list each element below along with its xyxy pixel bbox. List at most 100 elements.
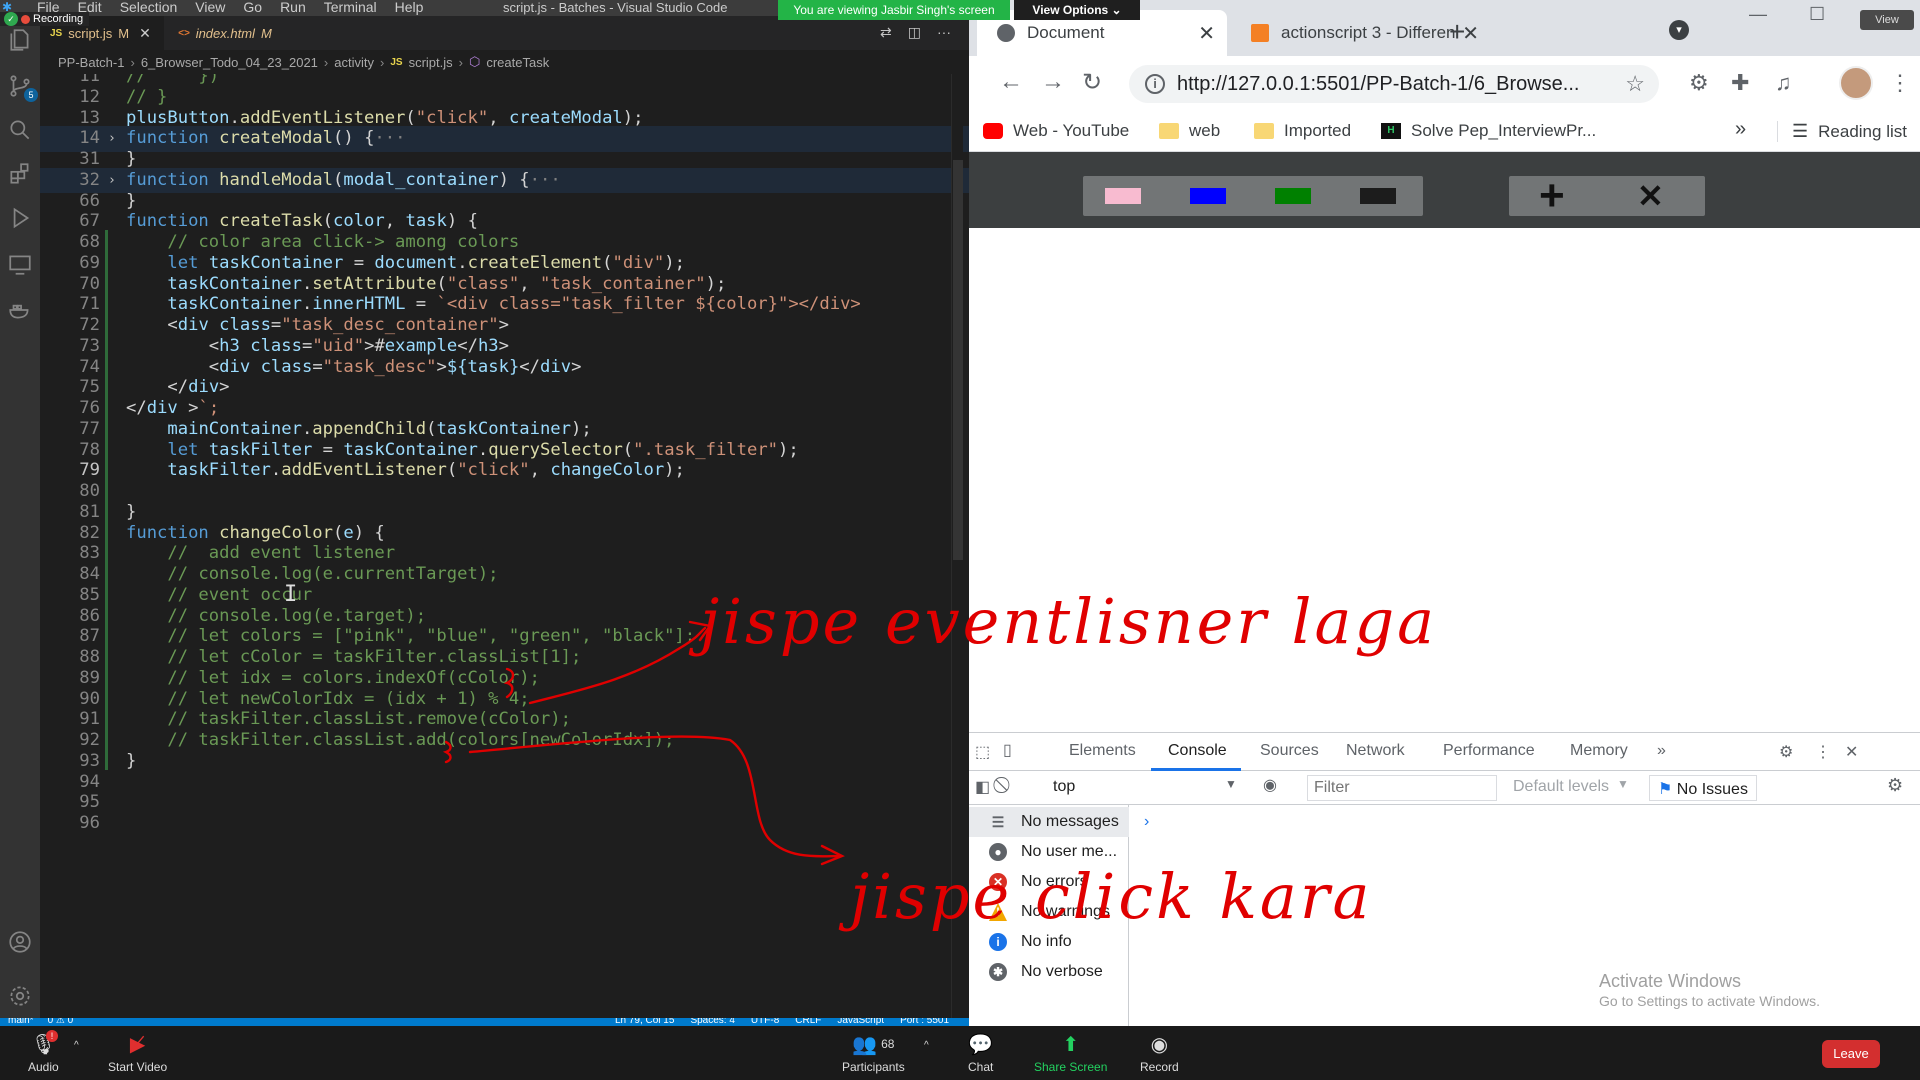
menu-go[interactable]: Go: [243, 0, 262, 16]
explorer-icon[interactable]: [4, 24, 36, 56]
close-icon[interactable]: ✕: [139, 25, 151, 42]
tab-search-icon[interactable]: ▾: [1669, 20, 1689, 40]
run-debug-icon[interactable]: [4, 202, 36, 234]
site-info-icon[interactable]: i: [1145, 74, 1165, 94]
forward-arrow-icon[interactable]: →: [1041, 68, 1065, 96]
source-control-icon[interactable]: 5: [4, 70, 38, 102]
devtools-menu-icon[interactable]: ⋮: [1815, 742, 1831, 762]
menu-help[interactable]: Help: [395, 0, 424, 16]
color-filter-pink[interactable]: [1105, 188, 1141, 204]
sidebar-messages[interactable]: ☰ No messages: [969, 807, 1129, 837]
split-editor-icon[interactable]: ◫: [908, 24, 921, 41]
menu-run[interactable]: Run: [280, 0, 306, 16]
cursor-position[interactable]: Ln 79, Col 15: [615, 1018, 675, 1026]
breadcrumb-item[interactable]: createTask: [486, 55, 549, 70]
live-server-port[interactable]: Port : 5501: [900, 1018, 949, 1026]
extensions-icon[interactable]: [4, 158, 36, 190]
scrollbar-thumb[interactable]: [953, 160, 963, 560]
code-line[interactable]: 96: [40, 811, 969, 837]
compare-changes-icon[interactable]: ⇄: [880, 24, 892, 41]
back-arrow-icon[interactable]: ←: [999, 68, 1023, 96]
remote-explorer-icon[interactable]: [4, 248, 36, 280]
dropdown-arrow-icon[interactable]: ▼: [1225, 777, 1237, 791]
problems-indicator[interactable]: 0 ⚠ 0: [48, 1018, 74, 1026]
breadcrumb-item[interactable]: script.js: [409, 55, 453, 70]
minimize-icon[interactable]: —: [1749, 4, 1767, 25]
sidebar-toggle-icon[interactable]: ◧: [975, 777, 990, 797]
participants-button[interactable]: 👥 68 Participants: [842, 1030, 905, 1075]
reading-list-button[interactable]: ☰ Reading list: [1777, 121, 1907, 142]
devtools-tab-memory[interactable]: Memory: [1570, 742, 1628, 760]
settings-gear-icon[interactable]: [4, 980, 36, 1012]
bookmark-hackerrank[interactable]: H Solve Pep_InterviewPr...: [1381, 121, 1596, 141]
close-devtools-icon[interactable]: ✕: [1845, 742, 1858, 762]
account-icon[interactable]: [4, 926, 36, 958]
url-text[interactable]: http://127.0.0.1:5501/PP-Batch-1/6_Brows…: [1177, 73, 1579, 96]
bookmark-folder-imported[interactable]: Imported: [1254, 121, 1351, 141]
new-tab-plus-icon[interactable]: +: [1449, 16, 1465, 48]
delete-button[interactable]: ✕: [1637, 177, 1664, 215]
reload-icon[interactable]: ↻: [1082, 68, 1102, 97]
extension-gear-icon[interactable]: ⚙: [1689, 70, 1709, 96]
console-prompt[interactable]: ›: [1144, 813, 1149, 831]
context-selector[interactable]: top: [1053, 778, 1075, 796]
address-bar[interactable]: i http://127.0.0.1:5501/PP-Batch-1/6_Bro…: [1129, 65, 1659, 103]
dropdown-arrow-icon[interactable]: ▼: [1617, 777, 1629, 791]
share-screen-button[interactable]: ⬆ Share Screen: [1034, 1030, 1107, 1075]
audio-button[interactable]: 🎙! Audio: [28, 1030, 59, 1074]
branch-indicator[interactable]: main*: [8, 1018, 34, 1026]
leave-meeting-button[interactable]: Leave: [1822, 1040, 1880, 1068]
zoom-view-button[interactable]: View: [1860, 10, 1914, 30]
chat-button[interactable]: 💬 Chat: [968, 1030, 993, 1075]
color-filter-black[interactable]: [1360, 188, 1396, 204]
participants-caret-icon[interactable]: ^: [924, 1040, 929, 1051]
tab-index-html[interactable]: <> index.html M: [168, 16, 288, 50]
devtools-tab-console[interactable]: Console: [1168, 742, 1227, 760]
close-tab-icon[interactable]: ✕: [1198, 21, 1215, 46]
start-video-button[interactable]: ▶̸ Start Video: [108, 1030, 167, 1075]
devtools-tab-performance[interactable]: Performance: [1443, 742, 1535, 760]
media-control-icon[interactable]: ♫: [1775, 70, 1792, 96]
docker-icon[interactable]: [4, 294, 36, 326]
more-bookmarks-icon[interactable]: »: [1735, 118, 1746, 141]
breadcrumb-item[interactable]: PP-Batch-1: [58, 55, 124, 70]
bookmark-star-icon[interactable]: ☆: [1625, 71, 1645, 97]
extensions-puzzle-icon[interactable]: ✚: [1731, 70, 1749, 96]
breadcrumb-item[interactable]: activity: [334, 55, 374, 70]
maximize-icon[interactable]: ☐: [1809, 4, 1825, 25]
menu-view[interactable]: View: [195, 0, 225, 16]
more-tabs-icon[interactable]: »: [1657, 742, 1666, 760]
record-button[interactable]: ◉ Record: [1140, 1030, 1179, 1075]
inspect-element-icon[interactable]: ⬚: [975, 742, 990, 762]
devtools-settings-icon[interactable]: ⚙: [1779, 742, 1793, 762]
devtools-tab-network[interactable]: Network: [1346, 742, 1405, 760]
sidebar-verbose[interactable]: ✱ No verbose: [969, 957, 1129, 987]
menu-selection[interactable]: Selection: [120, 0, 178, 16]
devtools-tab-elements[interactable]: Elements: [1069, 742, 1136, 760]
issues-button[interactable]: ⚑ No Issues: [1649, 775, 1757, 801]
language-mode[interactable]: JavaScript: [837, 1018, 884, 1026]
color-filter-blue[interactable]: [1190, 188, 1226, 204]
more-actions-icon[interactable]: ···: [937, 24, 951, 41]
menu-terminal[interactable]: Terminal: [324, 0, 377, 16]
bookmark-folder-web[interactable]: web: [1159, 121, 1220, 141]
console-settings-icon[interactable]: ⚙: [1887, 775, 1903, 796]
view-options-button[interactable]: View Options ⌄: [1014, 0, 1140, 20]
plus-button[interactable]: +: [1539, 174, 1565, 218]
breadcrumb-item[interactable]: 6_Browser_Todo_04_23_2021: [141, 55, 318, 70]
devtools-tab-sources[interactable]: Sources: [1260, 742, 1319, 760]
search-icon[interactable]: [4, 114, 36, 146]
chrome-menu-icon[interactable]: ⋮: [1889, 70, 1911, 96]
device-toolbar-icon[interactable]: ▯: [1003, 740, 1012, 760]
console-filter-input[interactable]: [1307, 775, 1497, 801]
live-expression-eye-icon[interactable]: ◉: [1263, 775, 1277, 795]
profile-avatar[interactable]: [1839, 66, 1873, 100]
bookmark-youtube[interactable]: Web - YouTube: [983, 121, 1129, 141]
log-levels-dropdown[interactable]: Default levels: [1513, 778, 1609, 796]
encoding[interactable]: UTF-8: [751, 1018, 779, 1026]
line-ending[interactable]: CRLF: [795, 1018, 821, 1026]
code-editor[interactable]: 11// }) 12// } 13 plusButton.addEventListen…: [40, 74, 969, 1018]
indentation[interactable]: Spaces: 4: [690, 1018, 734, 1026]
audio-options-caret-icon[interactable]: ^: [74, 1040, 79, 1051]
color-filter-green[interactable]: [1275, 188, 1311, 204]
